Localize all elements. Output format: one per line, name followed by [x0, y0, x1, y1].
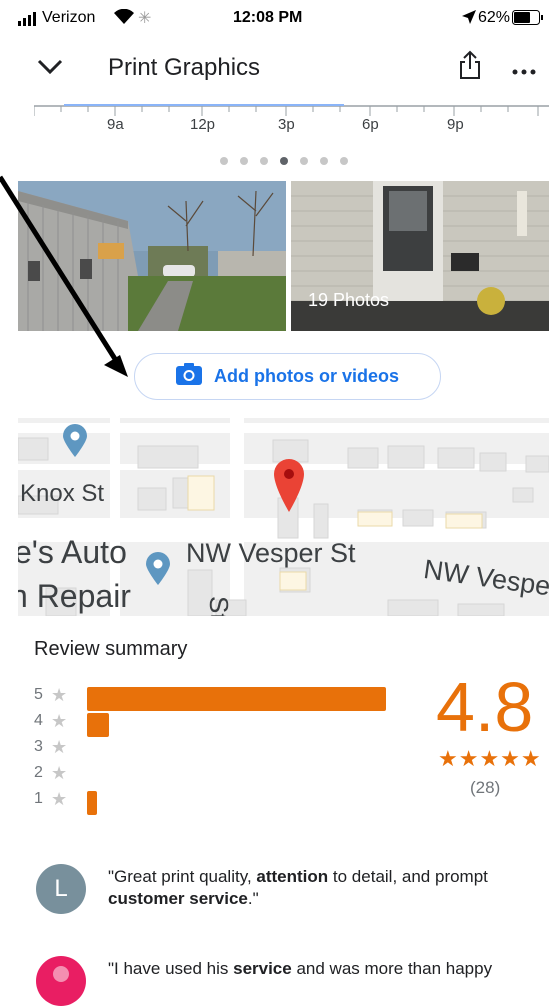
- tick-label: 12p: [190, 116, 216, 133]
- average-rating: 4.8: [436, 668, 534, 746]
- photo-count-label: 19 Photos: [308, 290, 390, 310]
- rating-row-label: 2: [34, 764, 43, 781]
- share-icon[interactable]: [458, 50, 482, 85]
- rating-row-label: 4: [34, 712, 43, 729]
- review-text: .": [247, 889, 259, 908]
- tick-label: 3p: [278, 116, 295, 133]
- review-count[interactable]: (28): [470, 778, 500, 798]
- rating-bar: [87, 687, 386, 711]
- star-icon: ★: [51, 763, 68, 783]
- avatar-letter: L: [54, 875, 68, 902]
- place-header: Print Graphics: [0, 40, 549, 98]
- review-summary-heading: Review summary: [34, 638, 188, 660]
- page-dot[interactable]: [300, 157, 308, 165]
- map-street-label: Knox St: [20, 480, 105, 507]
- page-title: Print Graphics: [108, 54, 261, 81]
- rating-row: 4 ★: [34, 711, 414, 737]
- star-icon: ★: [51, 789, 68, 809]
- location-pin-icon[interactable]: [274, 459, 304, 518]
- carrier-label: Verizon: [42, 9, 96, 26]
- signal-icon: [18, 12, 38, 31]
- page-dot[interactable]: [340, 157, 348, 165]
- rating-row: 1 ★: [34, 789, 414, 815]
- rating-row: 3 ★: [34, 737, 414, 762]
- rating-row-label: 1: [34, 790, 43, 807]
- page-dot[interactable]: [220, 157, 228, 165]
- star-icon: ★: [51, 737, 68, 757]
- loading-icon: ✳: [138, 10, 152, 27]
- page-dot[interactable]: [240, 157, 248, 165]
- status-bar: Verizon ✳ 12:08 PM 62%: [0, 0, 549, 36]
- avatar-figure: [53, 966, 69, 982]
- location-map[interactable]: Knox St e's Auto n Repair NW Vesper St N…: [18, 418, 549, 616]
- map-business-label: e's Auto: [18, 534, 127, 570]
- review-keyword: service: [233, 959, 292, 978]
- tick-label: 6p: [362, 116, 379, 133]
- clock: 12:08 PM: [233, 9, 303, 26]
- rating-bar: [87, 713, 109, 737]
- review-text: to detail, and prompt: [328, 867, 488, 886]
- storefront-photo[interactable]: 19 Photos: [291, 181, 549, 331]
- avatar: [36, 956, 86, 1006]
- star-rating-icon: ★★★★★: [438, 746, 542, 771]
- rating-row-label: 5: [34, 686, 43, 703]
- map-street-label: St: [204, 596, 234, 616]
- collapse-chevron-icon[interactable]: [36, 58, 64, 81]
- map-pin-icon[interactable]: [146, 552, 170, 591]
- star-icon: ★: [51, 711, 68, 731]
- tick-label: 9p: [447, 116, 464, 133]
- tick-label: 9a: [107, 116, 124, 133]
- camera-icon: [175, 363, 202, 390]
- location-arrow-icon: [462, 10, 476, 29]
- review-text: and was more than happy: [291, 959, 493, 978]
- battery-icon: [512, 10, 544, 30]
- add-photos-button[interactable]: Add photos or videos: [134, 353, 441, 400]
- rating-row: 2 ★: [34, 763, 414, 788]
- map-street-label: NW Vesper St: [186, 538, 356, 568]
- review-snippet[interactable]: "I have used his service and was more th…: [108, 958, 548, 980]
- battery-percent: 62%: [478, 9, 511, 26]
- map-pin-icon[interactable]: [63, 424, 87, 463]
- add-photos-label: Add photos or videos: [213, 366, 399, 386]
- more-options-icon[interactable]: [512, 62, 536, 80]
- rating-bar: [87, 791, 97, 815]
- review-keyword: attention: [256, 867, 329, 886]
- review-text: "Great print quality,: [108, 867, 257, 886]
- page-dot[interactable]: [320, 157, 328, 165]
- review-snippet[interactable]: "Great print quality, attention to detai…: [108, 866, 528, 910]
- map-business-label: n Repair: [18, 578, 131, 614]
- avatar: L: [36, 864, 86, 914]
- wifi-icon: [114, 8, 134, 30]
- page-dot[interactable]: [260, 157, 268, 165]
- annotation-arrow: [0, 165, 140, 390]
- review-text: "I have used his: [108, 959, 234, 978]
- star-icon: ★: [51, 685, 68, 705]
- rating-row: 5 ★: [34, 685, 414, 711]
- page-indicator[interactable]: [214, 152, 354, 170]
- review-keyword: customer service: [108, 889, 248, 908]
- rating-row-label: 3: [34, 738, 43, 755]
- page-dot[interactable]: [280, 157, 288, 165]
